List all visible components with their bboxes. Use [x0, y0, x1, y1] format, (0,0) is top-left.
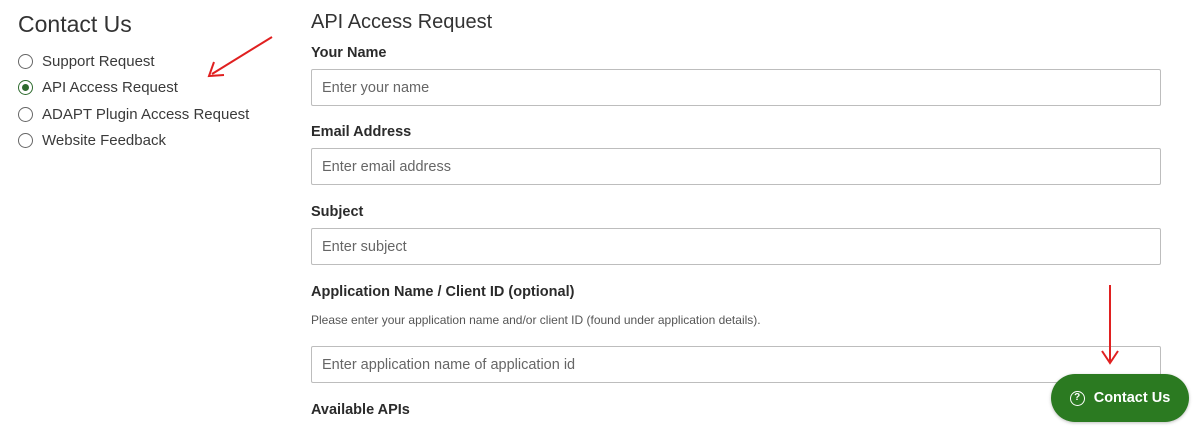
radio-button[interactable] [18, 106, 33, 122]
your-name-input[interactable] [311, 69, 1161, 106]
question-circle-icon: ? [1069, 390, 1085, 406]
email-address-input[interactable] [311, 148, 1161, 185]
radio-button[interactable] [18, 133, 33, 149]
available-apis-label: Available APIs [311, 402, 410, 418]
radio-label: ADAPT Plugin Access Request [42, 105, 250, 123]
application-name-label: Application Name / Client ID (optional) [311, 284, 575, 300]
radio-button[interactable] [18, 53, 33, 69]
application-name-input[interactable] [311, 346, 1161, 383]
annotation-arrow-to-api-option [207, 36, 273, 78]
radio-label: Support Request [42, 52, 155, 70]
your-name-label: Your Name [311, 45, 387, 61]
contact-us-button[interactable]: ? Contact Us [1051, 374, 1189, 422]
radio-label: Website Feedback [42, 132, 166, 150]
application-name-help-text: Please enter your application name and/o… [311, 313, 761, 327]
form-title: API Access Request [311, 11, 493, 33]
email-address-label: Email Address [311, 124, 412, 140]
annotation-arrow-to-contact-button [1101, 285, 1119, 365]
contact-us-button-label: Contact Us [1093, 390, 1171, 406]
radio-label: API Access Request [42, 79, 178, 97]
radio-button-selected[interactable] [18, 80, 33, 96]
radio-option-adapt-plugin-access-request[interactable]: ADAPT Plugin Access Request [18, 101, 288, 128]
subject-input[interactable] [311, 228, 1161, 265]
subject-label: Subject [311, 204, 364, 220]
radio-option-website-feedback[interactable]: Website Feedback [18, 128, 288, 155]
